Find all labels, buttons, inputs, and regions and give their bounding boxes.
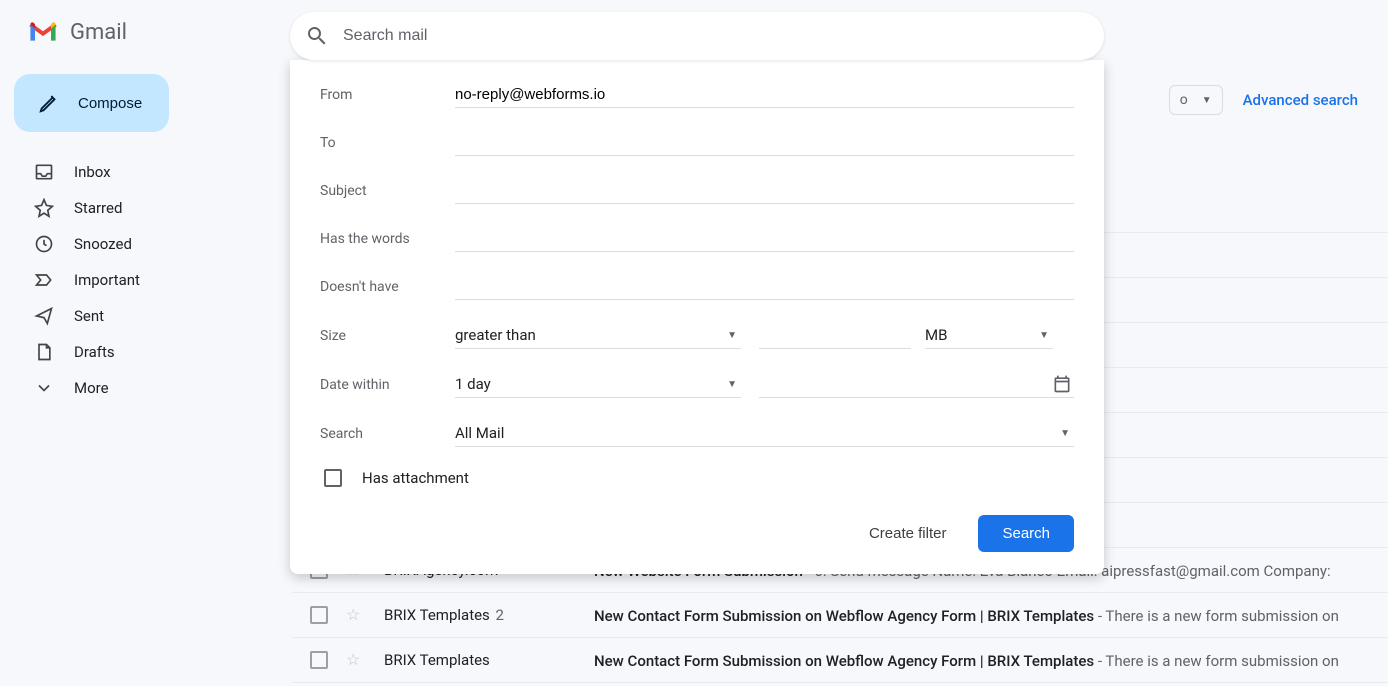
sidebar-item-starred[interactable]: Starred	[14, 190, 280, 226]
has-words-field[interactable]	[455, 226, 1074, 252]
from-label: From	[320, 87, 455, 103]
sidebar-item-drafts[interactable]: Drafts	[14, 334, 280, 370]
size-value-field[interactable]	[759, 323, 911, 349]
doesnt-have-field[interactable]	[455, 274, 1074, 300]
sidebar-item-important[interactable]: Important	[14, 262, 280, 298]
has-attachment-checkbox[interactable]	[324, 469, 342, 487]
advanced-search-link[interactable]: Advanced search	[1243, 91, 1388, 109]
search-in-label: Search	[320, 426, 455, 442]
sidebar-item-more[interactable]: More	[14, 370, 280, 406]
date-picker[interactable]	[759, 371, 1074, 398]
header-right: o ▼ Advanced search	[1169, 85, 1388, 115]
sidebar-item-label: Inbox	[74, 163, 111, 181]
has-attachment-row: Has attachment	[324, 469, 1074, 487]
search-in-value: All Mail	[455, 424, 504, 442]
advanced-search-panel: From To Subject Has the words Doesn't ha…	[290, 60, 1104, 574]
sidebar-item-label: Sent	[74, 307, 104, 325]
chevron-down-icon: ▼	[727, 330, 737, 341]
sidebar-item-snoozed[interactable]: Snoozed	[14, 226, 280, 262]
logo-section: Gmail	[14, 20, 278, 45]
to-row: To	[320, 130, 1074, 156]
compose-label: Compose	[78, 95, 142, 112]
size-label: Size	[320, 328, 455, 344]
search-icon	[305, 24, 329, 48]
gmail-icon	[28, 20, 58, 44]
from-row: From	[320, 82, 1074, 108]
email-subject: New Contact Form Submission on Webflow A…	[594, 607, 1094, 625]
search-input[interactable]	[343, 27, 1089, 45]
sidebar-item-inbox[interactable]: Inbox	[14, 154, 280, 190]
sender: BRIX Templates	[384, 651, 594, 669]
chevron-down-icon: ▼	[727, 379, 737, 390]
table-row[interactable]: ☆ BRIX TemplatesNew Contact Form Submissi…	[292, 638, 1388, 683]
subject-label: Subject	[320, 183, 455, 199]
sender: BRIX Templates 2	[384, 606, 594, 624]
calendar-icon	[1052, 374, 1072, 394]
email-snippet: - There is a new form submission on	[1094, 652, 1339, 670]
panel-actions: Create filter Search	[320, 515, 1074, 552]
sidebar-item-sent[interactable]: Sent	[14, 298, 280, 334]
from-field[interactable]	[455, 82, 1074, 108]
checkbox[interactable]	[310, 606, 328, 624]
chevron-down-icon: ▼	[1039, 330, 1049, 341]
checkbox[interactable]	[310, 651, 328, 669]
chevron-down-icon: ▼	[1202, 95, 1212, 106]
sidebar-item-label: More	[74, 379, 109, 397]
size-row: Size greater than ▼ MB ▼	[320, 322, 1074, 349]
pill-text: o	[1180, 92, 1188, 108]
table-row[interactable]: ☆ BRIX Templates 2New Contact Form Submis…	[292, 593, 1388, 638]
sidebar-item-label: Important	[74, 271, 140, 289]
star-icon[interactable]: ☆	[346, 605, 366, 625]
to-field[interactable]	[455, 130, 1074, 156]
subject-field[interactable]	[455, 178, 1074, 204]
has-attachment-label: Has attachment	[362, 469, 469, 487]
size-operator-select[interactable]: greater than ▼	[455, 322, 741, 349]
sidebar-item-label: Snoozed	[74, 235, 132, 253]
search-bar[interactable]	[290, 12, 1104, 60]
compose-button[interactable]: Compose	[14, 74, 169, 132]
clock-icon	[34, 234, 54, 254]
important-icon	[34, 270, 54, 290]
to-label: To	[320, 135, 455, 151]
has-words-row: Has the words	[320, 226, 1074, 252]
doesnt-have-row: Doesn't have	[320, 274, 1074, 300]
date-row: Date within 1 day ▼	[320, 371, 1074, 398]
date-within-value: 1 day	[455, 375, 491, 393]
search-in-row: Search All Mail ▼	[320, 420, 1074, 447]
date-within-label: Date within	[320, 377, 455, 393]
subject-row: Subject	[320, 178, 1074, 204]
create-filter-button[interactable]: Create filter	[865, 515, 951, 552]
app-name: Gmail	[70, 20, 127, 45]
email-subject: New Contact Form Submission on Webflow A…	[594, 652, 1094, 670]
sender-count: 2	[496, 606, 504, 624]
email-snippet: - There is a new form submission on	[1094, 607, 1339, 625]
to-dropdown-pill[interactable]: o ▼	[1169, 85, 1223, 115]
file-icon	[34, 342, 54, 362]
pencil-icon	[38, 92, 60, 114]
size-unit-value: MB	[925, 326, 947, 344]
sidebar-item-label: Starred	[74, 199, 122, 217]
chevron-down-icon: ▼	[1060, 428, 1070, 439]
doesnt-have-label: Doesn't have	[320, 279, 455, 295]
star-icon[interactable]: ☆	[346, 650, 366, 670]
send-icon	[34, 306, 54, 326]
size-unit-select[interactable]: MB ▼	[925, 322, 1053, 349]
gmail-logo[interactable]: Gmail	[14, 20, 127, 45]
star-icon	[34, 198, 54, 218]
date-within-select[interactable]: 1 day ▼	[455, 371, 741, 398]
size-operator-value: greater than	[455, 326, 536, 344]
chevron-down-icon	[34, 378, 54, 398]
sidebar: Compose Inbox Starred Snoozed Important …	[0, 64, 280, 406]
has-words-label: Has the words	[320, 231, 455, 247]
inbox-icon	[34, 162, 54, 182]
sidebar-item-label: Drafts	[74, 343, 115, 361]
search-button[interactable]: Search	[978, 515, 1074, 552]
search-in-select[interactable]: All Mail ▼	[455, 420, 1074, 447]
